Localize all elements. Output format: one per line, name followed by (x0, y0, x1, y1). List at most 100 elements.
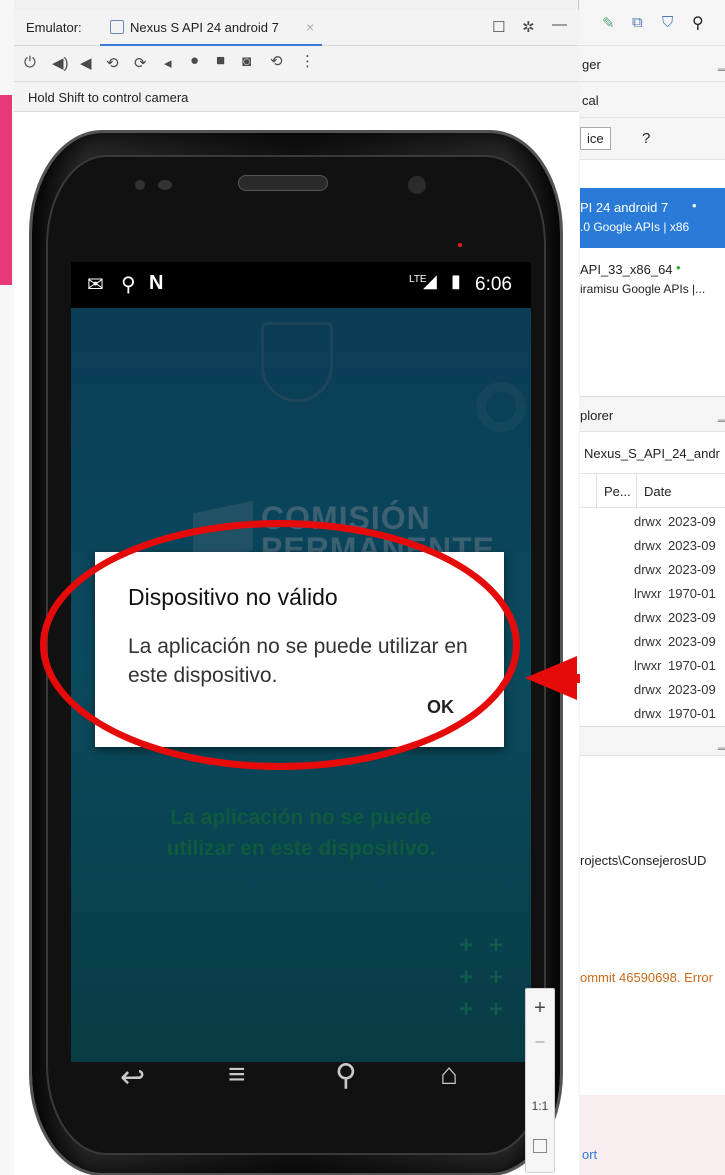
perm-cell: drwx (634, 634, 662, 649)
panel-title: ger (582, 57, 601, 72)
error-banner: ort (580, 1095, 725, 1175)
explorer-header: plorer ‗ (580, 396, 725, 432)
device-item[interactable]: API_33_x86_64 • iramisu Google APIs |... (580, 258, 725, 298)
project-path: rojects\ConsejerosUD (580, 853, 707, 868)
perm-cell: drwx (634, 514, 662, 529)
window-icon[interactable]: ☐ (492, 18, 505, 36)
perm-cell: lrwxr (634, 586, 662, 601)
date-cell: 1970-01 (668, 586, 716, 601)
minimize-icon[interactable]: ‗ (718, 735, 725, 750)
tab-label: Nexus S API 24 android 7 (130, 20, 279, 35)
date-cell: 2023-09 (668, 610, 716, 625)
search-icon[interactable]: ⚲ (692, 13, 704, 33)
column-date[interactable]: Date (644, 484, 671, 499)
rotate-left-icon[interactable]: ⟲ (106, 54, 119, 72)
camera-hint-bar: Hold Shift to control camera (14, 82, 579, 112)
perm-cell: drwx (634, 682, 662, 697)
sensor-icon (135, 180, 145, 190)
volume-down-icon[interactable]: ◀ (80, 54, 92, 72)
table-row[interactable]: drwx 2023-09 (580, 608, 725, 632)
create-device-button[interactable]: ice (580, 127, 611, 150)
university-crest (261, 322, 333, 402)
running-dot-icon: • (692, 198, 697, 213)
explorer-device-select[interactable]: Nexus_S_API_24_andr (580, 432, 725, 474)
volume-up-icon[interactable]: ◀) (52, 54, 69, 72)
tab-nexus-s[interactable]: Nexus S API 24 android 7 × (100, 10, 322, 46)
gear-icon[interactable]: ✲ (522, 18, 535, 36)
fit-screen-icon[interactable] (533, 1139, 547, 1153)
perm-cell: drwx (634, 538, 662, 553)
minimize-icon[interactable]: ‗ (718, 407, 725, 422)
explorer-columns: Pe... Date (580, 474, 725, 508)
decor-plus: + (459, 996, 474, 1023)
notification-led (458, 243, 462, 247)
power-icon[interactable]: ⏻ (24, 54, 36, 71)
status-bar: ✉ ⚲ N LTE ◢ ▮ 6:06 (71, 262, 531, 308)
table-row[interactable]: drwx 2023-09 (580, 680, 725, 704)
layout-icon[interactable]: ⧉ (632, 14, 643, 31)
status-time: 6:06 (475, 274, 512, 295)
gmail-icon: ✉ (87, 274, 104, 296)
snapshot-icon[interactable]: ⟲ (270, 52, 283, 70)
help-button[interactable]: ? (642, 130, 650, 147)
device-item-selected[interactable]: PI 24 android 7 • .0 Google APIs | x86 (580, 188, 725, 248)
table-row[interactable]: drwx 2023-09 (580, 632, 725, 656)
speaker-grille (238, 175, 328, 191)
structure-icon[interactable]: ⛉ (662, 14, 673, 31)
perm-cell: drwx (634, 610, 662, 625)
emulator-label: Emulator: (26, 20, 82, 35)
signal-icon: ◢ (423, 271, 437, 291)
zoom-1to1-button[interactable]: 1:1 (526, 1099, 554, 1113)
panel-header: ger ‗ (580, 46, 725, 82)
more-icon[interactable]: ⋮ (300, 52, 315, 70)
device-actions-row: ice ? (580, 118, 725, 160)
table-row[interactable]: lrwxr 1970-01 (580, 656, 725, 680)
device-name: PI 24 android 7 (580, 200, 669, 215)
log-header: ‗ (580, 726, 725, 756)
menu-nav-icon[interactable]: ≡ (228, 1058, 246, 1092)
table-row[interactable]: drwx 2023-09 (580, 560, 725, 584)
right-toolbar: ✎ ⧉ ⛉ ⚲ (580, 0, 725, 46)
back-nav-icon[interactable]: ↩ (120, 1060, 145, 1095)
minimize-icon[interactable]: ‗ (718, 56, 725, 71)
emulator-toolbar: ⏻ ◀) ◀ ⟲ ⟳ ◂ ● ■ ◙ ⟲ ⋮ (14, 46, 579, 82)
camera-icon[interactable]: ◙ (242, 53, 251, 70)
battery-icon: ▮ (451, 271, 461, 291)
table-row[interactable]: drwx 1970-01 (580, 704, 725, 728)
date-cell: 2023-09 (668, 562, 716, 577)
date-cell: 2023-09 (668, 514, 716, 529)
device-manager-icon[interactable]: ✎ (602, 14, 615, 32)
home-nav-icon[interactable]: ⌂ (440, 1058, 458, 1092)
close-icon[interactable]: × (306, 19, 314, 35)
column-permissions[interactable]: Pe... (604, 484, 631, 499)
decor-plus: + (489, 996, 504, 1023)
minimize-icon[interactable]: — (552, 16, 567, 33)
zoom-out-button[interactable]: – (526, 1033, 554, 1051)
table-row[interactable]: drwx 2023-09 (580, 512, 725, 536)
local-tab-row: cal (580, 82, 725, 118)
back-icon[interactable]: ◂ (164, 54, 172, 72)
date-cell: 1970-01 (668, 706, 716, 721)
zoom-in-button[interactable]: + (526, 997, 554, 1020)
explorer-device: Nexus_S_API_24_andr (584, 446, 720, 461)
date-cell: 2023-09 (668, 682, 716, 697)
emulator-header: Emulator: Nexus S API 24 android 7 × ☐ ✲… (14, 10, 579, 46)
table-row[interactable]: drwx 2023-09 (580, 536, 725, 560)
zoom-controls: + – 1:1 (525, 988, 555, 1173)
explorer-title: plorer (580, 408, 614, 423)
status-dot-icon: • (676, 260, 681, 275)
tab-local[interactable]: cal (582, 93, 599, 108)
device-icon (110, 20, 124, 34)
decor-plus: + (459, 964, 474, 991)
overview-icon[interactable]: ■ (216, 52, 225, 69)
search-nav-icon[interactable]: ⚲ (335, 1058, 357, 1093)
annotation-ellipse (40, 520, 520, 770)
report-link[interactable]: ort (582, 1147, 597, 1162)
annotation-arrow-head (525, 656, 577, 700)
perm-cell: drwx (634, 562, 662, 577)
rotate-right-icon[interactable]: ⟳ (134, 54, 147, 72)
home-icon[interactable]: ● (190, 52, 199, 69)
table-row[interactable]: lrwxr 1970-01 (580, 584, 725, 608)
perm-cell: drwx (634, 706, 662, 721)
perm-cell: lrwxr (634, 658, 662, 673)
